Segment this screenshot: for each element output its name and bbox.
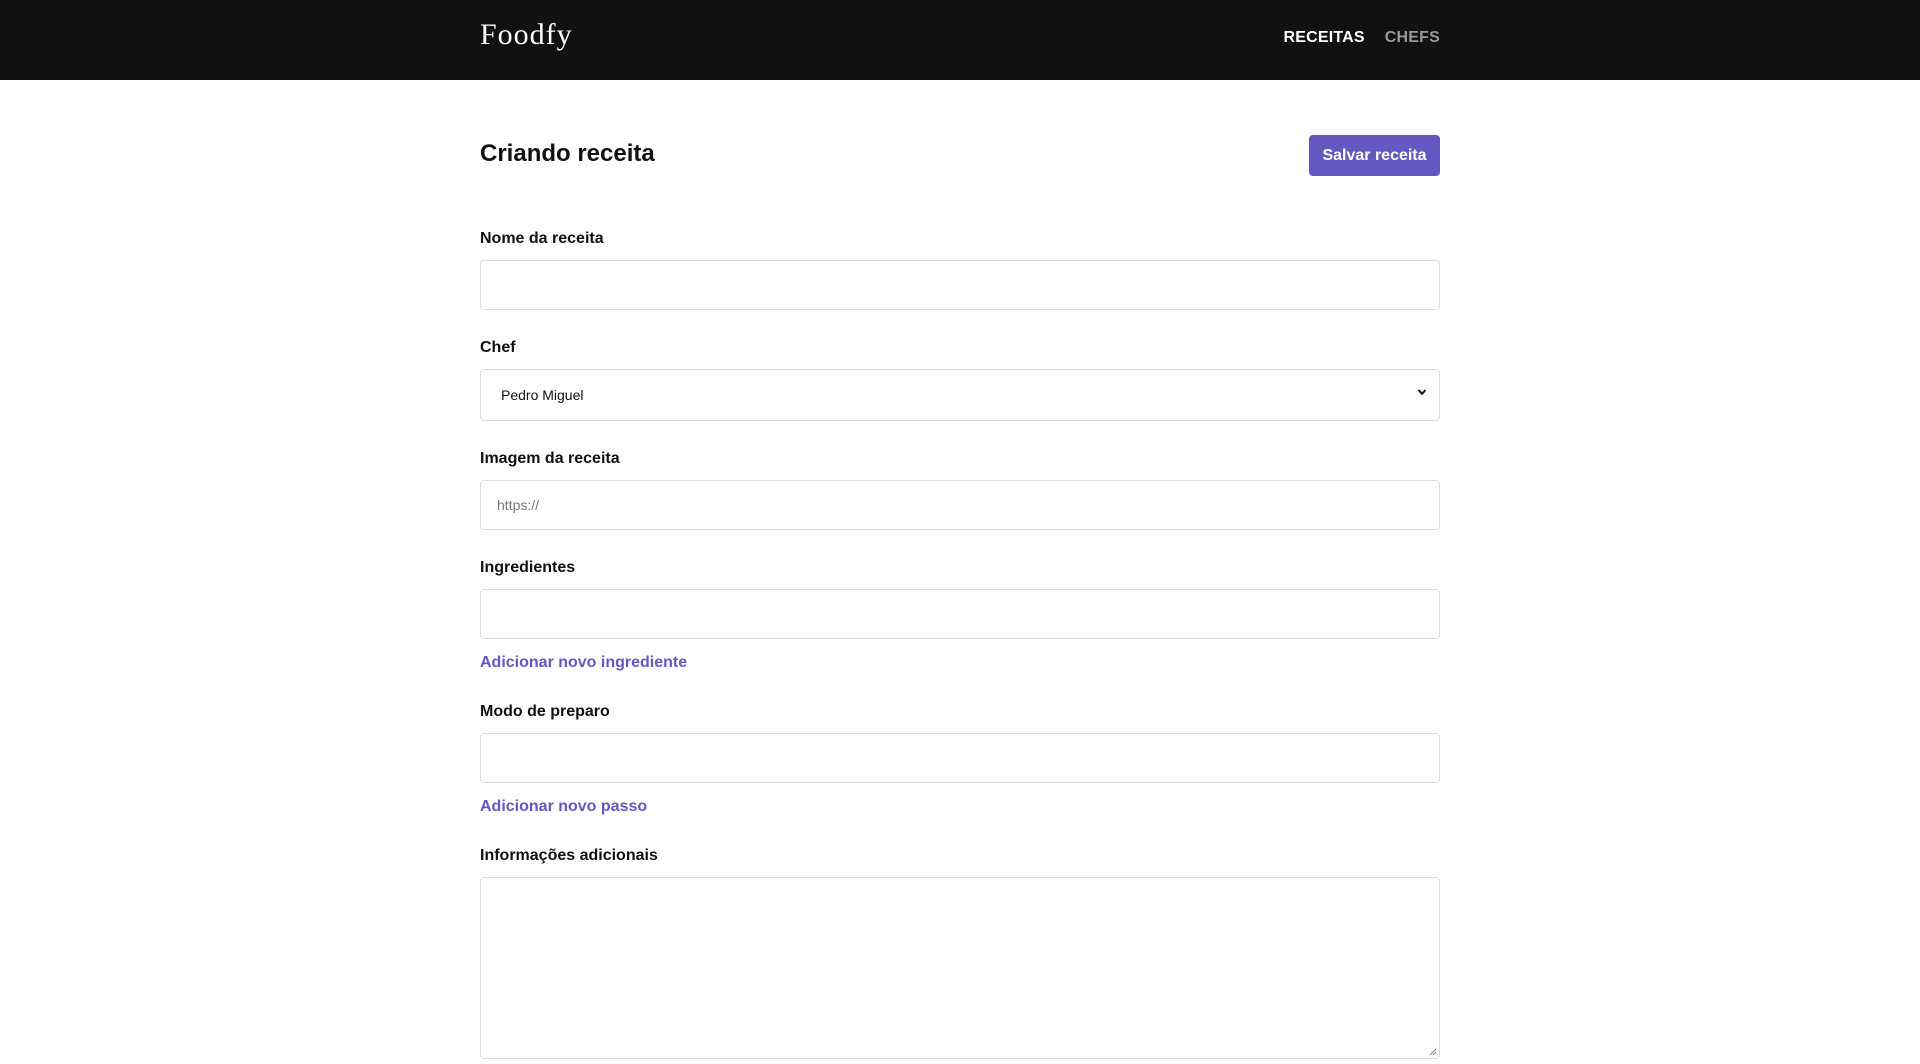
ingredients-field: Ingredientes <box>480 559 1440 577</box>
chevron-down-icon <box>1417 389 1427 396</box>
recipe-image-label: Imagem da receita <box>480 450 620 467</box>
preparation-step-input[interactable] <box>480 733 1440 783</box>
ingredients-label: Ingredientes <box>480 559 576 576</box>
chef-select-value: Pedro Miguel <box>501 387 584 403</box>
main-nav: RECEITAS CHEFS <box>1283 29 1440 47</box>
additional-info-wrapper <box>480 877 1440 1059</box>
app-logo[interactable]: Foodfy <box>480 18 573 52</box>
recipe-image-field: Imagem da receita <box>480 450 1440 468</box>
nav-link-receitas[interactable]: RECEITAS <box>1283 29 1364 47</box>
recipe-name-input[interactable] <box>480 260 1440 310</box>
save-recipe-button[interactable]: Salvar receita <box>1309 135 1440 176</box>
preparation-field: Modo de preparo <box>480 703 1440 721</box>
preparation-label: Modo de preparo <box>480 703 610 720</box>
chef-field: Chef <box>480 339 1440 357</box>
additional-info-field: Informações adicionais <box>480 847 1440 865</box>
top-navbar: Foodfy RECEITAS CHEFS <box>0 0 1920 80</box>
recipe-name-label: Nome da receita <box>480 230 604 247</box>
ingredient-input[interactable] <box>480 589 1440 639</box>
chef-label: Chef <box>480 339 516 356</box>
recipe-name-field: Nome da receita <box>480 230 1440 248</box>
recipe-image-input[interactable] <box>480 480 1440 530</box>
resize-grip-icon[interactable] <box>1427 1046 1437 1056</box>
nav-link-chefs[interactable]: CHEFS <box>1385 29 1440 47</box>
recipe-create-page: Criando receita Salvar receita Nome da r… <box>480 80 1440 1059</box>
page-header: Criando receita Salvar receita <box>480 80 1440 200</box>
add-ingredient-link[interactable]: Adicionar novo ingrediente <box>480 654 687 672</box>
additional-info-textarea[interactable] <box>480 877 1440 1059</box>
add-step-link[interactable]: Adicionar novo passo <box>480 798 647 816</box>
page-title: Criando receita <box>480 140 655 167</box>
chef-select[interactable]: Pedro Miguel <box>480 369 1440 421</box>
additional-info-label: Informações adicionais <box>480 847 658 864</box>
